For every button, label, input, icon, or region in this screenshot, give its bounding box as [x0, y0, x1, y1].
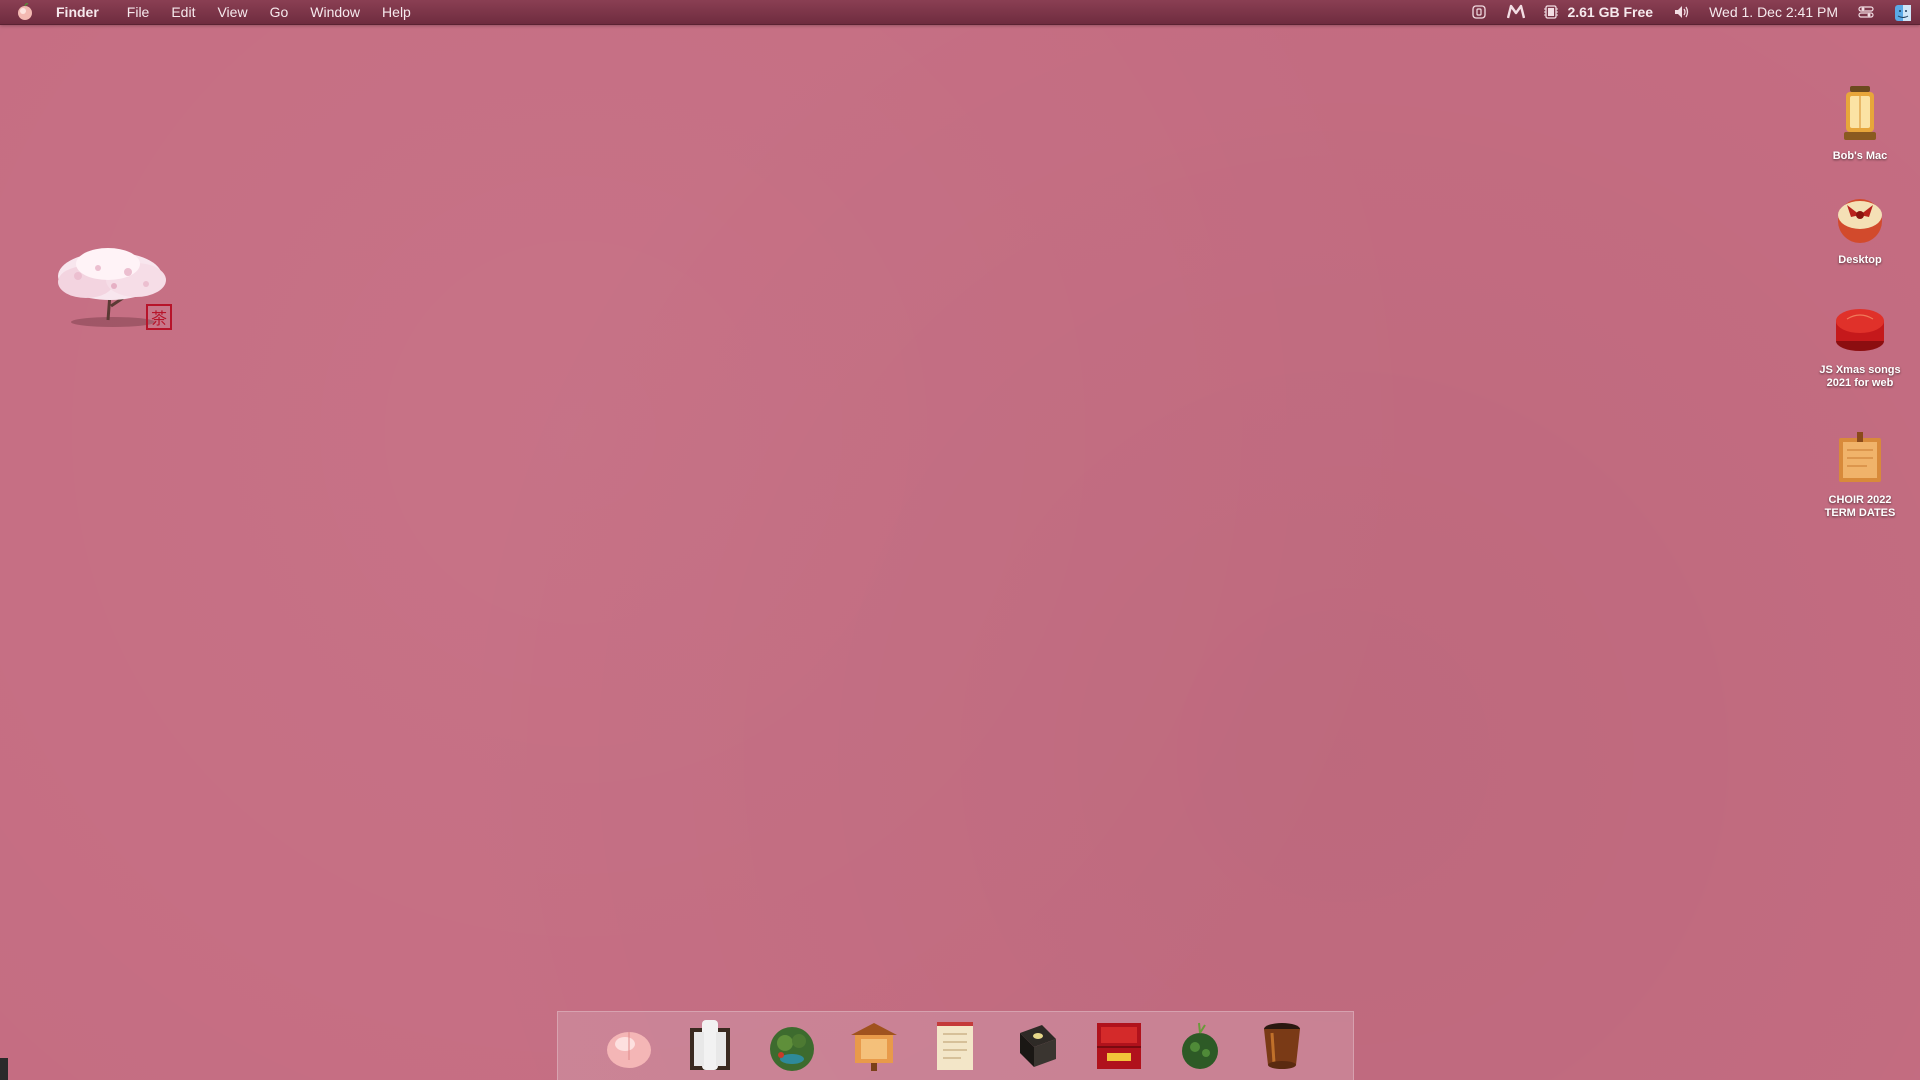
- menu-file[interactable]: File: [127, 0, 150, 24]
- desktop-icon-xmas-songs[interactable]: JS Xmas songs 2021 for web: [1800, 296, 1920, 390]
- dock-moss-ball-icon[interactable]: [1172, 1018, 1228, 1074]
- status-item-memory[interactable]: 2.61 GB Free: [1543, 4, 1653, 20]
- clock-text[interactable]: Wed 1. Dec 2:41 PM: [1709, 4, 1838, 20]
- desktop-icon-bobs-mac[interactable]: Bob's Mac: [1800, 82, 1920, 163]
- lantern-drive-icon: [1828, 82, 1892, 146]
- desktop-icon-label: Desktop: [1838, 254, 1882, 266]
- tea-seal-stamp: 茶: [146, 304, 172, 330]
- ribbon-box-icon: [1828, 186, 1892, 250]
- control-center-icon: [1858, 4, 1874, 20]
- dock-parchment-icon[interactable]: [927, 1018, 983, 1074]
- desktop-icon-choir-dates[interactable]: CHOIR 2022 TERM DATES: [1800, 426, 1920, 520]
- screen-record-icon: [1471, 4, 1487, 20]
- dock-scroll-book-icon[interactable]: [682, 1018, 738, 1074]
- dock: [557, 1011, 1354, 1080]
- menu-status-area: 2.61 GB Free Wed 1. Dec 2:41 PM: [1451, 0, 1920, 24]
- menu-app-name[interactable]: Finder: [56, 0, 99, 24]
- memory-chip-icon: [1543, 4, 1559, 20]
- status-item-volume[interactable]: [1673, 4, 1689, 20]
- desktop-icon-label: JS Xmas songs 2021 for web: [1819, 364, 1901, 389]
- desktop-icon-label: Bob's Mac: [1832, 150, 1888, 162]
- menu-window[interactable]: Window: [310, 0, 360, 24]
- dock-red-chest-icon[interactable]: [1091, 1018, 1147, 1074]
- menu-go[interactable]: Go: [270, 0, 289, 24]
- status-item-finder[interactable]: [1894, 4, 1911, 21]
- document-tag-icon: [1828, 426, 1892, 490]
- dock-mochi-icon[interactable]: [601, 1018, 657, 1074]
- status-item-screen[interactable]: [1471, 4, 1487, 20]
- red-lacquer-box-icon: [1828, 296, 1892, 360]
- menu-left: Finder File Edit View Go Window Help: [0, 0, 433, 24]
- dock-wooden-cup-icon[interactable]: [1254, 1018, 1310, 1074]
- menu-edit[interactable]: Edit: [171, 0, 195, 24]
- m-logo-icon: [1507, 4, 1526, 20]
- menu-help[interactable]: Help: [382, 0, 411, 24]
- dock-shrine-sign-icon[interactable]: [846, 1018, 902, 1074]
- status-item-m[interactable]: [1507, 4, 1526, 20]
- desktop-icon-label: CHOIR 2022 TERM DATES: [1824, 494, 1896, 519]
- status-item-control[interactable]: [1858, 4, 1874, 20]
- menu-view[interactable]: View: [217, 0, 247, 24]
- apple-menu-icon[interactable]: [16, 3, 34, 21]
- dock-bonsai-globe-icon[interactable]: [764, 1018, 820, 1074]
- memory-free-text: 2.61 GB Free: [1567, 4, 1654, 20]
- desktop-icon-desktop[interactable]: Desktop: [1800, 186, 1920, 267]
- dock-black-box-icon[interactable]: [1009, 1018, 1065, 1074]
- menu-bar: Finder File Edit View Go Window Help 2.6…: [0, 0, 1920, 25]
- volume-icon: [1673, 4, 1689, 20]
- corner-indicator: [0, 1058, 8, 1080]
- finder-face-icon: [1894, 4, 1911, 21]
